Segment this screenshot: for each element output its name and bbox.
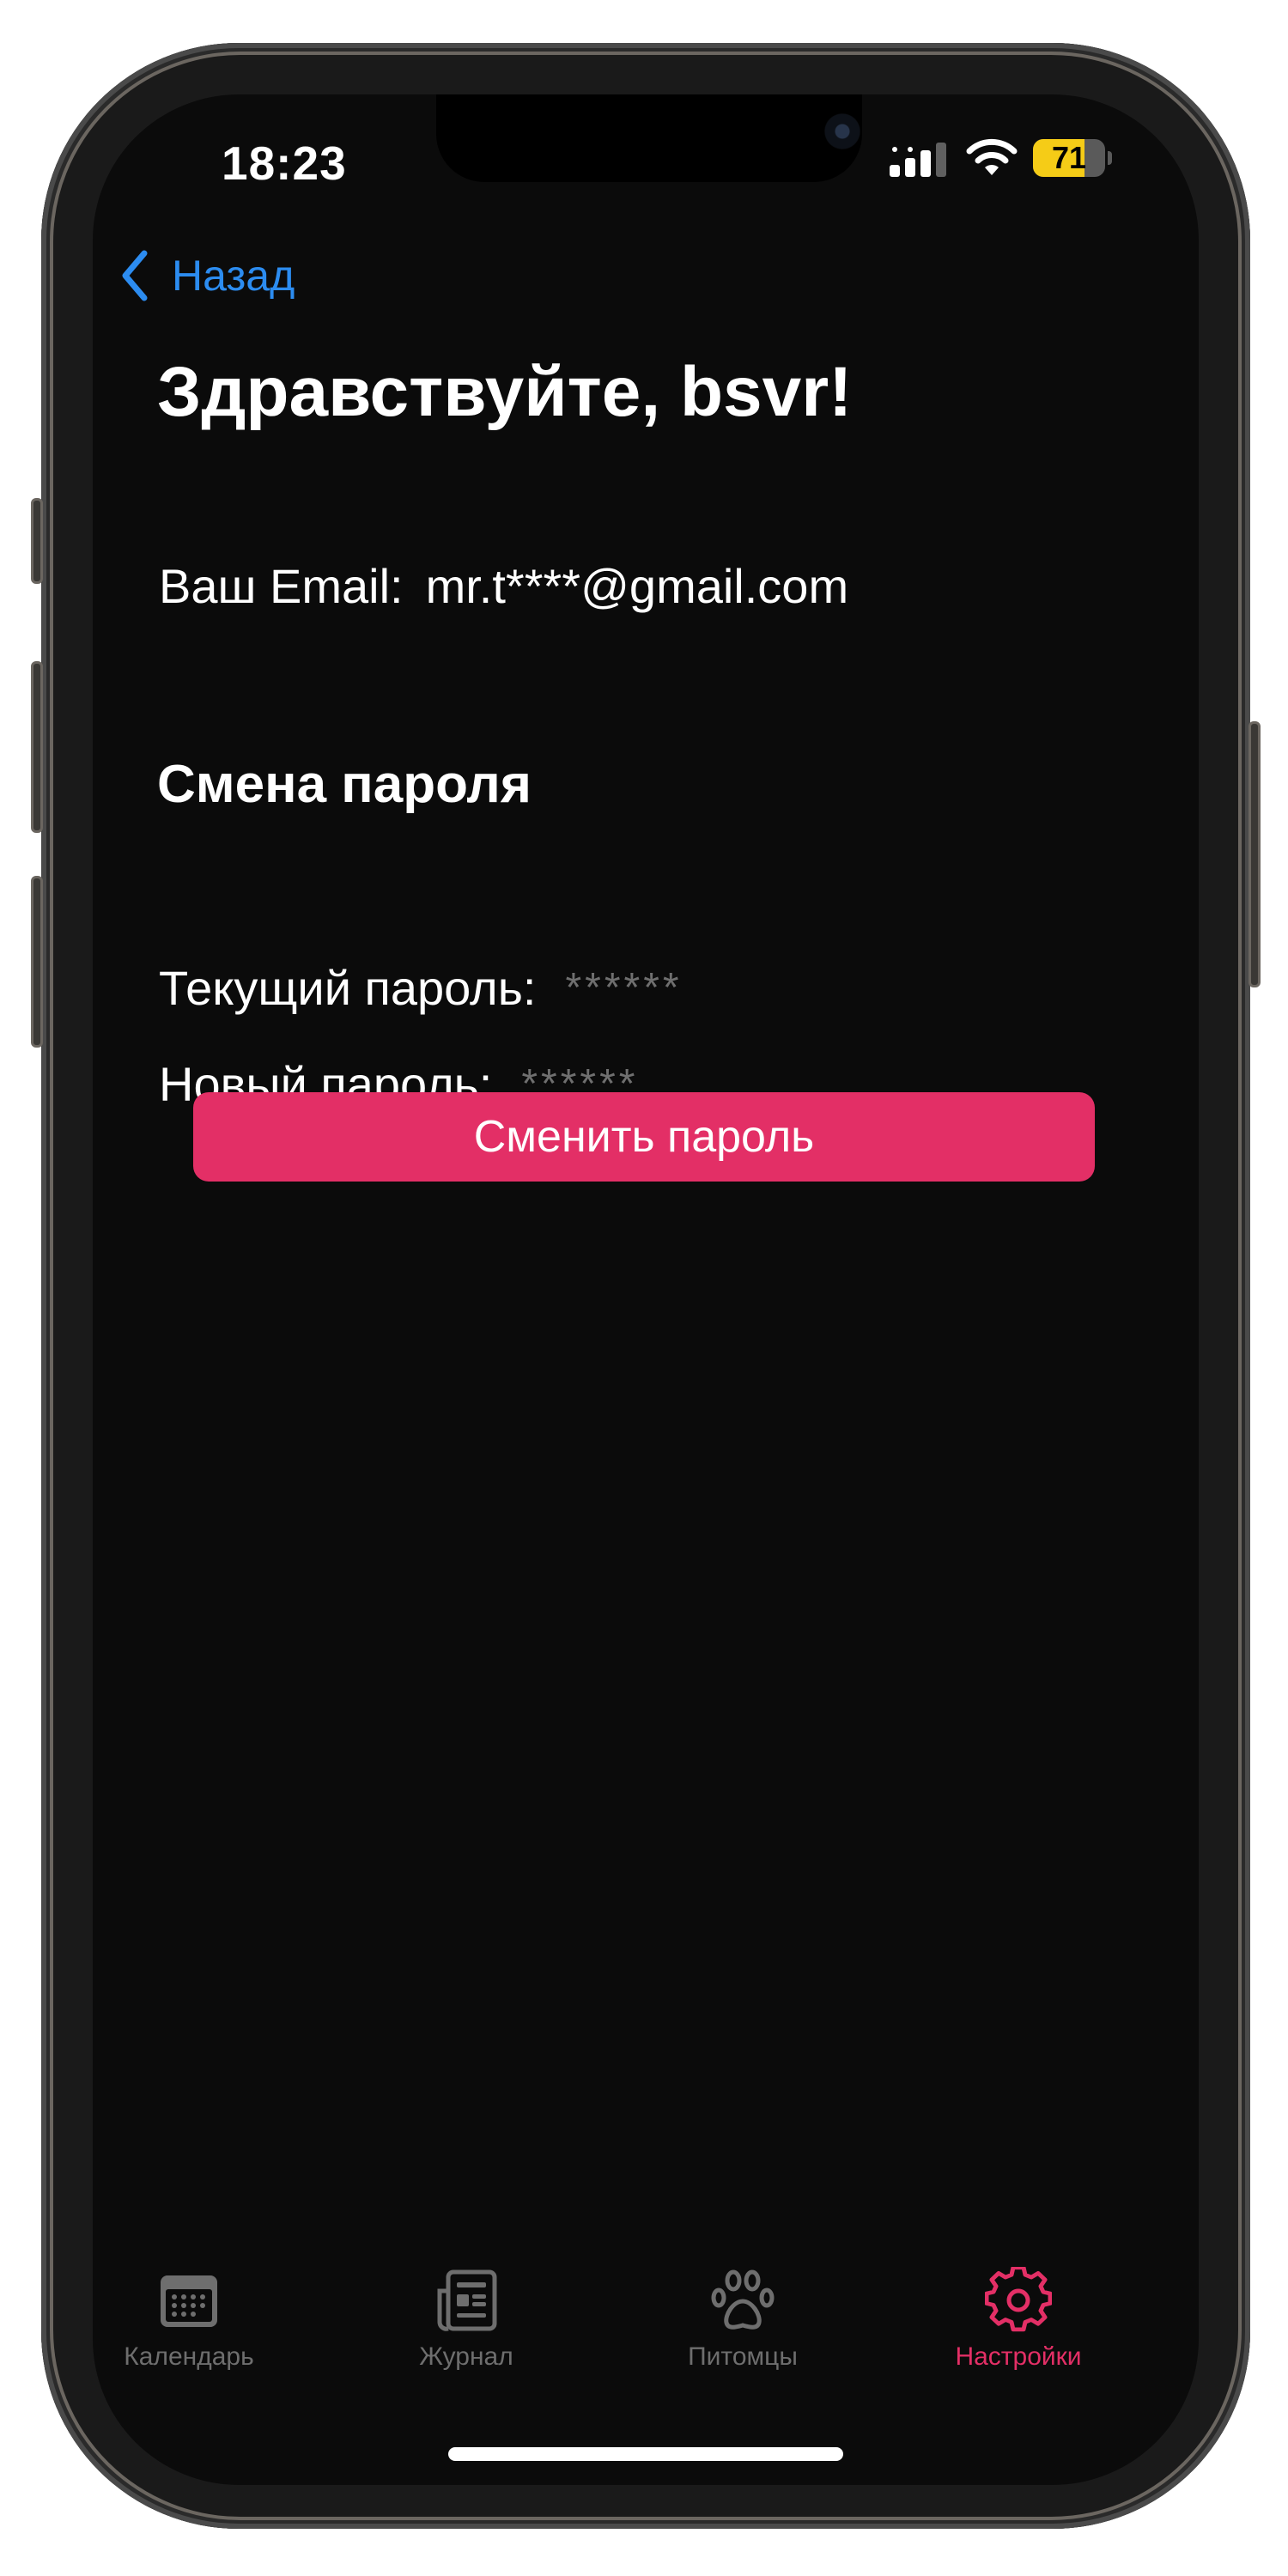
signal-icon: [890, 143, 946, 177]
gear-icon: [985, 2267, 1052, 2332]
calendar-icon: [161, 2275, 217, 2327]
page-title: Здравствуйте, bsvr!: [157, 353, 853, 431]
tab-calendar[interactable]: Календарь: [93, 2267, 318, 2404]
current-password-input[interactable]: [565, 963, 927, 1012]
tab-label: Настройки: [955, 2342, 1082, 2371]
change-password-button[interactable]: Сменить пароль: [193, 1092, 1095, 1182]
newspaper-icon: [437, 2269, 497, 2331]
tab-label: Календарь: [124, 2342, 254, 2371]
power-button: [1249, 721, 1261, 987]
back-label: Назад: [172, 252, 295, 300]
volume-down-button: [31, 876, 43, 1048]
tab-bar: Календарь Журнал Питомцы Настройки: [93, 2267, 1199, 2439]
chevron-left-icon: [122, 250, 148, 301]
mute-switch: [31, 498, 43, 584]
section-title: Смена пароля: [157, 755, 532, 814]
wifi-icon: [966, 138, 1018, 175]
tab-journal[interactable]: Журнал: [337, 2267, 595, 2404]
email-row: Ваш Email: mr.t****@gmail.com: [159, 558, 848, 614]
status-time: 18:23: [222, 137, 347, 190]
battery-icon: 71: [1033, 139, 1112, 177]
home-indicator[interactable]: [448, 2447, 843, 2461]
tab-label: Журнал: [419, 2342, 513, 2371]
front-camera: [824, 113, 860, 149]
email-label: Ваш Email:: [159, 559, 404, 613]
tab-pets[interactable]: Питомцы: [614, 2267, 872, 2404]
current-password-label: Текущий пароль:: [159, 960, 537, 1015]
tab-label: Питомцы: [688, 2342, 798, 2371]
back-button[interactable]: Назад: [118, 246, 295, 306]
volume-up-button: [31, 661, 43, 833]
current-password-row: Текущий пароль:: [159, 953, 927, 1022]
email-value: mr.t****@gmail.com: [425, 559, 849, 613]
battery-percent: 71: [1051, 140, 1087, 175]
battery-tip: [1108, 151, 1112, 165]
battery-body: 71: [1033, 139, 1105, 177]
notch: [436, 94, 862, 182]
app-screen: 18:23 71 Назад Здравствуйте, bsvr! Ваш E…: [93, 94, 1199, 2485]
tab-settings[interactable]: Настройки: [890, 2267, 1147, 2404]
paw-icon: [711, 2269, 775, 2330]
